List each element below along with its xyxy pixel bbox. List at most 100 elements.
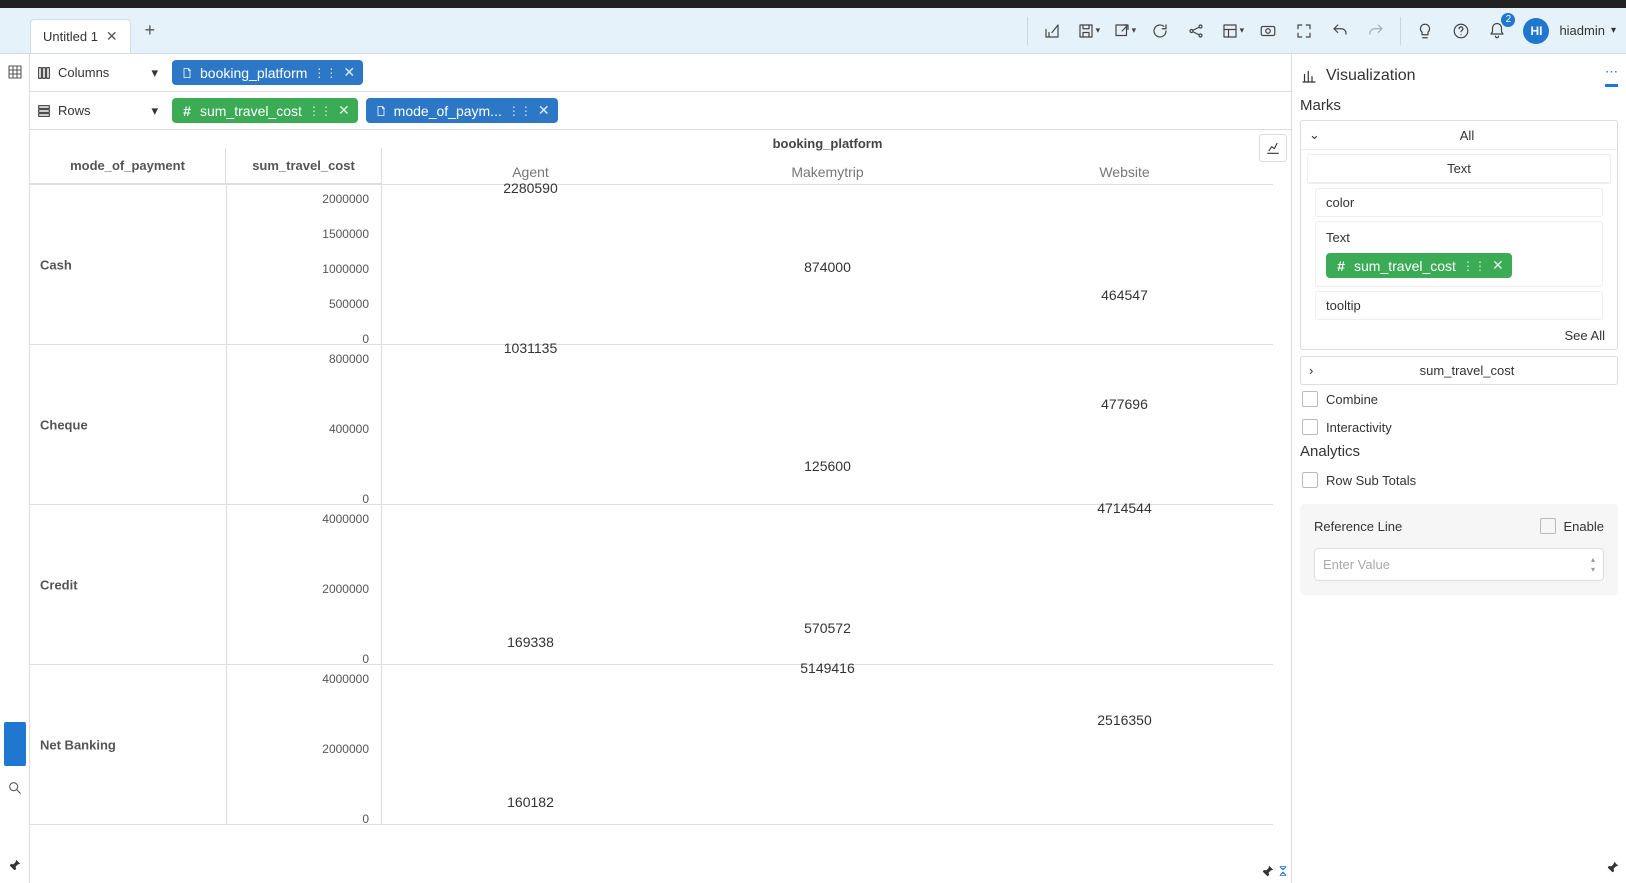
chart-icon[interactable]: [1036, 15, 1068, 47]
close-icon[interactable]: ✕: [106, 28, 118, 45]
avatar[interactable]: HI: [1523, 18, 1549, 44]
document-icon: [180, 66, 194, 80]
grid-icon[interactable]: [3, 60, 27, 84]
measure-accordion[interactable]: ›sum_travel_cost: [1300, 356, 1618, 385]
save-icon[interactable]: ▾: [1072, 15, 1104, 47]
bar-value: 477696: [1101, 396, 1148, 412]
bar-cell: 874000: [679, 185, 976, 344]
refresh-icon[interactable]: [1144, 15, 1176, 47]
axis-tick: 1500000: [322, 227, 369, 241]
spinner-icon[interactable]: ▴▾: [1591, 555, 1595, 574]
hash-icon: #: [180, 104, 194, 118]
left-rail-active-marker[interactable]: [4, 722, 26, 766]
bar-cell: 477696: [976, 345, 1273, 504]
chevron-right-icon: ›: [1309, 363, 1325, 378]
column-category: Makemytrip: [679, 158, 976, 186]
marks-title: Marks: [1300, 97, 1618, 114]
bar-value: 4714544: [1097, 500, 1152, 516]
close-icon[interactable]: ✕: [343, 64, 355, 81]
layout-icon[interactable]: ▾: [1216, 15, 1248, 47]
row-header-mode: mode_of_payment: [30, 148, 226, 183]
visualization-panel: Visualization ⋯ Marks ⌄ All Text color T…: [1292, 54, 1626, 883]
tooltip-shelf[interactable]: tooltip: [1315, 291, 1603, 320]
pin-icon[interactable]: [3, 853, 27, 877]
document-icon: [374, 104, 388, 118]
axis-tick: 0: [362, 492, 369, 506]
worksheet-tab[interactable]: Untitled 1 ✕: [30, 19, 131, 53]
chart-row: Net Banking40000002000000016018251494162…: [30, 665, 1273, 825]
axis-tick: 1000000: [322, 262, 369, 276]
axis-tick: 2000000: [322, 742, 369, 756]
chevron-down-icon[interactable]: ▾: [151, 103, 158, 119]
rows-shelf[interactable]: Rows ▾ # sum_travel_cost ⋮⋮ ✕ mode_of_pa…: [30, 92, 1291, 130]
column-field-header: booking_platform: [382, 130, 1273, 158]
row-category: Net Banking: [40, 737, 116, 752]
chart-area: booking_platform AgentMakemytripWebsite …: [30, 130, 1291, 883]
enable-checkbox[interactable]: Enable: [1540, 518, 1604, 534]
axis-tick: 0: [362, 812, 369, 826]
pill-sum-travel-cost[interactable]: # sum_travel_cost ⋮⋮ ✕: [172, 98, 358, 123]
columns-shelf[interactable]: Columns ▾ booking_platform ⋮⋮ ✕: [30, 54, 1291, 92]
redo-icon[interactable]: [1360, 15, 1392, 47]
axis-tick: 2000000: [322, 192, 369, 206]
toolbar: ▾ ▾ ▾ HI hiadmin ▾: [1023, 15, 1616, 47]
bar-cell: 2516350: [976, 665, 1273, 824]
axis-tick: 0: [362, 332, 369, 346]
export-icon[interactable]: ▾: [1108, 15, 1140, 47]
bar-value: 2516350: [1097, 712, 1152, 728]
pill-text-sum-travel-cost[interactable]: # sum_travel_cost ⋮⋮ ✕: [1326, 253, 1512, 278]
see-all-link[interactable]: See All: [1307, 324, 1611, 347]
hourglass-icon[interactable]: [1277, 865, 1289, 880]
reference-value-input[interactable]: Enter Value ▴▾: [1314, 548, 1604, 581]
username[interactable]: hiadmin: [1559, 23, 1605, 38]
pill-booking-platform[interactable]: booking_platform ⋮⋮ ✕: [172, 60, 363, 85]
marks-all-header[interactable]: ⌄ All: [1301, 121, 1617, 150]
bar-cell: 160182: [382, 665, 679, 824]
close-icon[interactable]: ✕: [338, 102, 350, 119]
text-mark-type[interactable]: Text: [1308, 155, 1610, 183]
columns-label: Columns: [58, 65, 109, 80]
add-tab-button[interactable]: +: [137, 20, 164, 41]
search-icon[interactable]: [3, 776, 27, 800]
bar-cell: 570572: [679, 505, 976, 664]
y-axis: 400000020000000: [226, 665, 382, 824]
chevron-down-icon[interactable]: ▾: [1611, 25, 1616, 36]
color-shelf[interactable]: color: [1315, 188, 1603, 217]
bar-value: 570572: [804, 620, 851, 636]
fullscreen-icon[interactable]: [1288, 15, 1320, 47]
undo-icon[interactable]: [1324, 15, 1356, 47]
bar-value: 125600: [804, 458, 851, 474]
pill-mode-of-payment[interactable]: mode_of_paym... ⋮⋮ ✕: [366, 98, 558, 123]
chart-row: Cheque80000040000001031135125600477696: [30, 345, 1273, 505]
close-icon[interactable]: ✕: [538, 102, 550, 119]
help-icon[interactable]: [1445, 15, 1477, 47]
y-axis: 400000020000000: [226, 505, 382, 664]
notification-icon[interactable]: [1481, 15, 1513, 47]
close-icon[interactable]: ✕: [1492, 257, 1504, 274]
pin-icon[interactable]: [1606, 860, 1620, 877]
lightbulb-icon[interactable]: [1409, 15, 1441, 47]
combine-checkbox[interactable]: Combine: [1300, 385, 1618, 413]
bar-cell: 464547: [976, 185, 1273, 344]
bar-cell: 169338: [382, 505, 679, 664]
pin-icon[interactable]: [1261, 864, 1275, 881]
row-sub-totals-checkbox[interactable]: Row Sub Totals: [1300, 466, 1618, 494]
left-rail: [0, 54, 30, 883]
center-panel: Columns ▾ booking_platform ⋮⋮ ✕ Rows ▾ #…: [30, 54, 1292, 883]
rows-label: Rows: [58, 103, 91, 118]
plot-area: 16018251494162516350: [382, 665, 1273, 824]
bar-value: 5149416: [800, 660, 855, 676]
y-axis: 8000004000000: [226, 345, 382, 504]
axis-tick: 0: [362, 652, 369, 666]
preview-icon[interactable]: [1252, 15, 1284, 47]
share-icon[interactable]: [1180, 15, 1212, 47]
axis-tick: 500000: [329, 297, 369, 311]
bar-cell: 2280590: [382, 185, 679, 344]
drag-icon: ⋮⋮: [1462, 259, 1486, 273]
more-icon[interactable]: ⋯: [1605, 64, 1618, 87]
drag-icon: ⋮⋮: [313, 66, 337, 80]
text-shelf[interactable]: Text # sum_travel_cost ⋮⋮ ✕: [1315, 221, 1603, 287]
reference-line-section: Reference Line Enable Enter Value ▴▾: [1300, 504, 1618, 595]
chevron-down-icon[interactable]: ▾: [151, 65, 158, 81]
interactivity-checkbox[interactable]: Interactivity: [1300, 413, 1618, 441]
